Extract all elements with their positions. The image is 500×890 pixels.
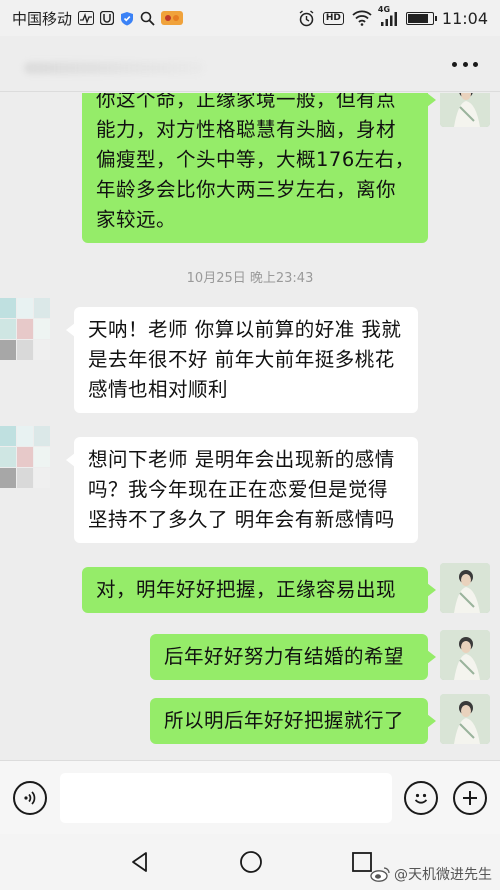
message-line: 偏瘦型，个头中等，大概176左右， bbox=[96, 148, 415, 171]
message-line: 所以明后年好好把握就行了 bbox=[164, 709, 405, 732]
voice-icon[interactable] bbox=[13, 781, 47, 815]
message-line: 想问下老师 是明年会出现新的感情 bbox=[88, 448, 395, 471]
message-bubble-incoming[interactable]: 想问下老师 是明年会出现新的感情 吗？我今年现在正在恋爱但是觉得 坚持不了多久了… bbox=[66, 437, 418, 543]
activity-icon bbox=[78, 11, 95, 25]
watermark-text: @天机微进先生 bbox=[394, 867, 492, 883]
wifi-icon bbox=[352, 10, 372, 26]
message-line: 天呐！老师 你算以前算的好准 我就 bbox=[88, 318, 402, 341]
emoji-icon[interactable] bbox=[404, 781, 438, 815]
message-input-bar bbox=[0, 760, 500, 834]
message-line: 是去年很不好 前年大前年挺多桃花 bbox=[88, 348, 395, 371]
blurred-contact-name bbox=[24, 62, 204, 74]
hd-badge: HD bbox=[322, 11, 344, 25]
self-avatar[interactable] bbox=[440, 694, 490, 744]
self-avatar[interactable] bbox=[440, 563, 490, 613]
message-bubble-outgoing[interactable]: 所以明后年好好把握就行了 bbox=[150, 698, 436, 744]
system-nav-bar: @天机微进先生 bbox=[0, 834, 500, 890]
message-line: 吗？我今年现在正在恋爱但是觉得 bbox=[88, 478, 389, 501]
message-line: 坚持不了多久了 明年会有新感情吗 bbox=[88, 508, 395, 531]
self-avatar[interactable] bbox=[440, 630, 490, 680]
self-avatar[interactable] bbox=[440, 93, 490, 127]
message-line: 家较远。 bbox=[96, 208, 177, 231]
network-type-label: 4G bbox=[377, 4, 391, 14]
clock-time: 11:04 bbox=[441, 8, 488, 28]
plus-icon[interactable] bbox=[453, 781, 487, 815]
chat-header bbox=[0, 36, 500, 92]
message-line: 感情也相对顺利 bbox=[88, 378, 229, 401]
message-input[interactable] bbox=[60, 773, 392, 823]
message-line: 能力，对方性格聪慧有头脑，身材 bbox=[96, 118, 397, 141]
message-line: 年龄多会比你大两三岁左右，离你 bbox=[96, 178, 397, 201]
more-dots-icon[interactable] bbox=[452, 56, 478, 72]
shield-icon bbox=[120, 11, 134, 26]
chat-history[interactable]: 你这个命，正缘家境一般，但有点 能力，对方性格聪慧有头脑，身材 偏瘦型，个头中等… bbox=[0, 93, 500, 760]
message-line: 你这个命，正缘家境一般，但有点 bbox=[96, 93, 397, 111]
message-line: 后年好好努力有结婚的希望 bbox=[164, 645, 405, 668]
message-line: 对，明年好好把握，正缘容易出现 bbox=[96, 578, 397, 601]
game-app-icon bbox=[161, 10, 184, 26]
battery-icon bbox=[405, 11, 437, 25]
message-timestamp: 10月25日 晚上23:43 bbox=[186, 271, 314, 286]
home-nav-icon[interactable] bbox=[237, 848, 265, 876]
status-bar: 中国移动 HD 4G 11:04 bbox=[0, 0, 500, 36]
contact-avatar[interactable] bbox=[0, 298, 50, 360]
carrier-label: 中国移动 bbox=[12, 9, 73, 28]
contact-avatar[interactable] bbox=[0, 426, 50, 488]
message-bubble-outgoing[interactable]: 对，明年好好把握，正缘容易出现 bbox=[82, 567, 436, 613]
message-bubble-outgoing[interactable]: 后年好好努力有结婚的希望 bbox=[150, 634, 436, 680]
search-icon bbox=[140, 11, 155, 26]
weibo-logo-icon bbox=[370, 867, 390, 882]
message-bubble-outgoing[interactable]: 你这个命，正缘家境一般，但有点 能力，对方性格聪慧有头脑，身材 偏瘦型，个头中等… bbox=[82, 93, 436, 243]
app-notification-icon bbox=[100, 11, 115, 25]
back-nav-icon[interactable] bbox=[126, 848, 154, 876]
weibo-watermark: @天机微进先生 bbox=[370, 864, 492, 884]
signal-icon: 4G bbox=[378, 5, 398, 26]
alarm-icon bbox=[298, 9, 315, 27]
battery-fill bbox=[407, 13, 428, 23]
message-bubble-incoming[interactable]: 天呐！老师 你算以前算的好准 我就 是去年很不好 前年大前年挺多桃花 感情也相对… bbox=[66, 307, 418, 413]
